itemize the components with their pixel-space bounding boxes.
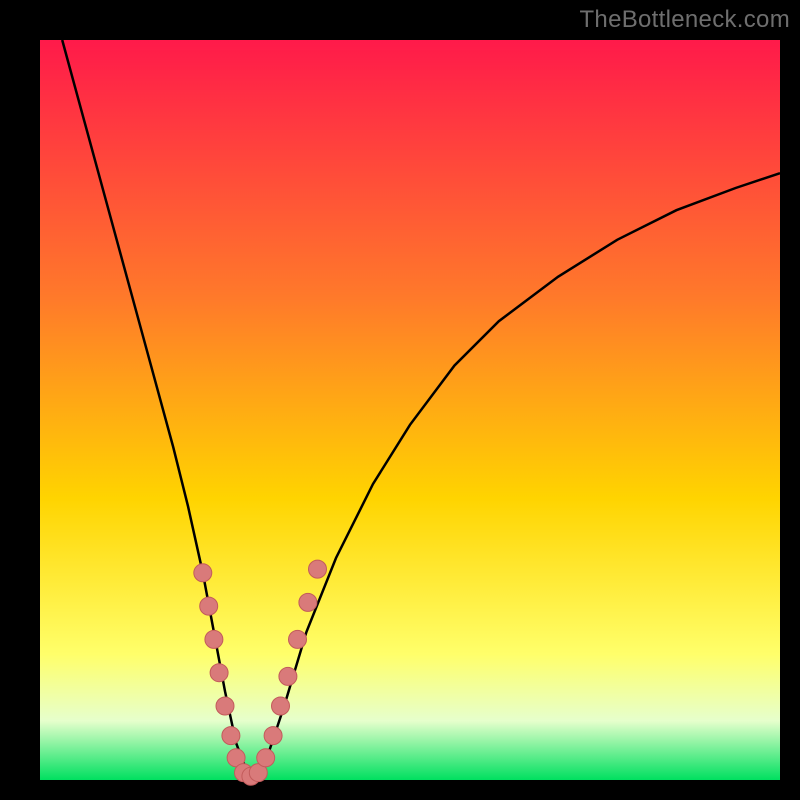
marker-dot bbox=[272, 697, 290, 715]
marker-dot bbox=[309, 560, 327, 578]
chart-container: { "watermark": "TheBottleneck.com", "col… bbox=[0, 0, 800, 800]
watermark-text: TheBottleneck.com bbox=[579, 6, 790, 34]
marker-dot bbox=[257, 749, 275, 767]
marker-dot bbox=[289, 630, 307, 648]
marker-dot bbox=[216, 697, 234, 715]
marker-dot bbox=[264, 727, 282, 745]
marker-dot bbox=[210, 664, 228, 682]
marker-dot bbox=[194, 564, 212, 582]
marker-dot bbox=[299, 593, 317, 611]
marker-dot bbox=[222, 727, 240, 745]
plot-area bbox=[40, 40, 780, 780]
marker-dot bbox=[279, 667, 297, 685]
marker-dot bbox=[200, 597, 218, 615]
marker-dot bbox=[205, 630, 223, 648]
chart-svg bbox=[0, 0, 800, 800]
